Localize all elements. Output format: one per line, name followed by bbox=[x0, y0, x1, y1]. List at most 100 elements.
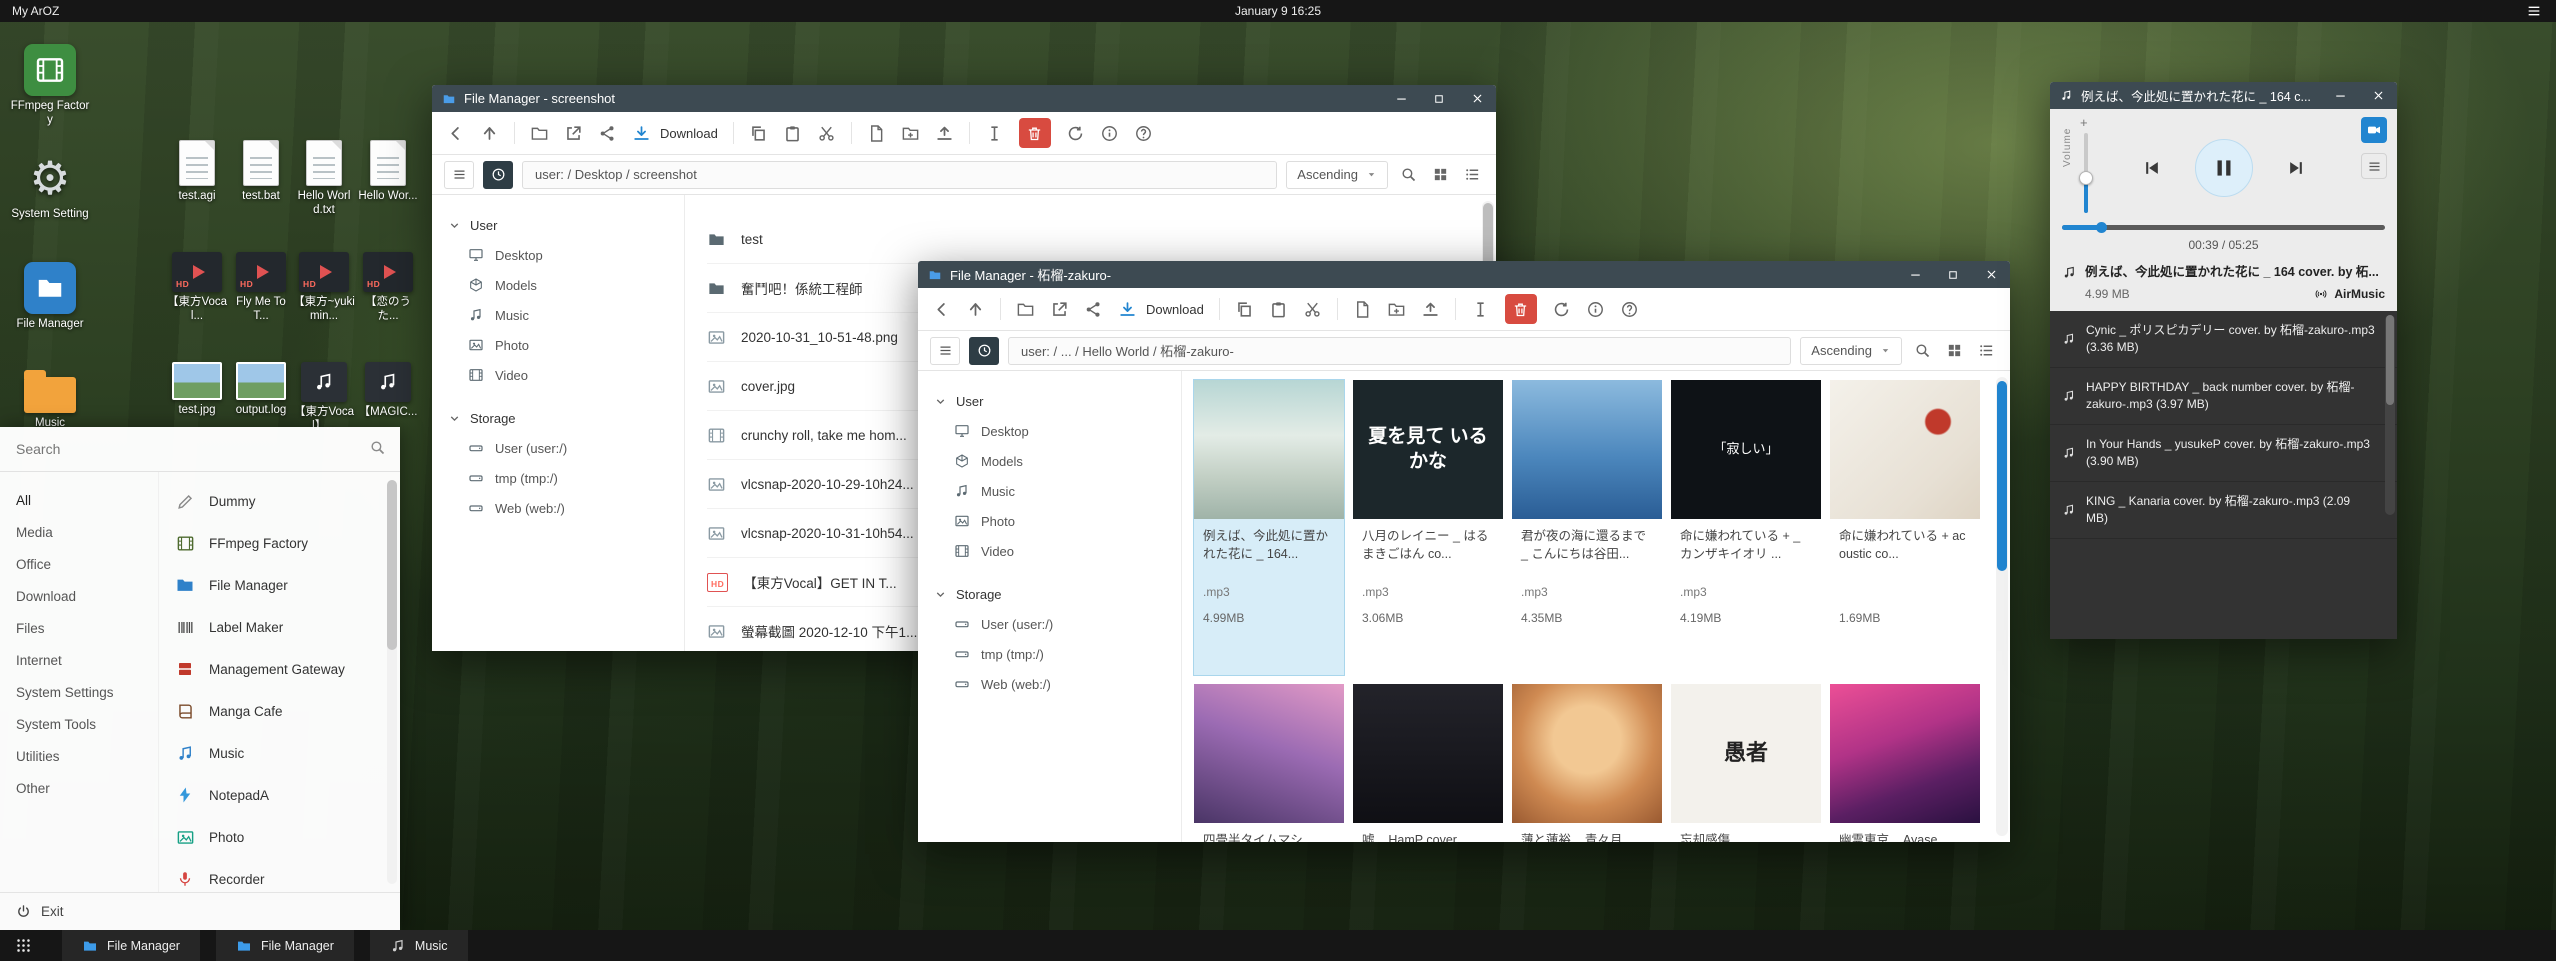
sidebar-section-storage[interactable]: Storage bbox=[432, 404, 684, 433]
category-other[interactable]: Other bbox=[0, 772, 158, 804]
sidebar-item-video[interactable]: Video bbox=[432, 360, 684, 390]
list-view-icon[interactable] bbox=[1464, 166, 1481, 183]
music-tile[interactable]: 四畳半タイムマシ... bbox=[1194, 684, 1344, 842]
rename-icon[interactable] bbox=[1471, 300, 1490, 319]
desktop-icon-music[interactable]: Music bbox=[8, 365, 92, 431]
copy-icon[interactable] bbox=[1235, 300, 1254, 319]
app-item-dummy[interactable]: Dummy bbox=[159, 480, 400, 522]
help-icon[interactable] bbox=[1134, 124, 1153, 143]
close-button[interactable] bbox=[2363, 82, 2393, 109]
close-button[interactable] bbox=[1462, 85, 1492, 112]
paste-icon[interactable] bbox=[1269, 300, 1288, 319]
category-files[interactable]: Files bbox=[0, 612, 158, 644]
desktop-icon-hello-wor[interactable]: Hello Wor... bbox=[357, 140, 419, 204]
desktop-icon-output-log[interactable]: output.log bbox=[230, 362, 292, 418]
scrollbar[interactable] bbox=[1996, 377, 2008, 836]
sidebar-item-music[interactable]: Music bbox=[918, 476, 1181, 506]
open-icon[interactable] bbox=[530, 124, 549, 143]
desktop-icon-touhou-vocal-audio[interactable]: 【東方Vocal】... bbox=[293, 362, 355, 434]
minimize-button[interactable] bbox=[1386, 85, 1416, 112]
playlist-item[interactable]: In Your Hands _ yusukeP cover. by 柘榴-zak… bbox=[2050, 425, 2397, 482]
system-menu-icon[interactable] bbox=[2526, 3, 2542, 19]
category-utilities[interactable]: Utilities bbox=[0, 740, 158, 772]
download-icon[interactable] bbox=[632, 124, 651, 143]
history-button[interactable] bbox=[969, 337, 999, 365]
open-icon[interactable] bbox=[1016, 300, 1035, 319]
exit-button[interactable]: Exit bbox=[0, 892, 400, 930]
playlist-item[interactable]: Cynic _ ポリスピカデリー cover. by 柘榴-zakuro-.mp… bbox=[2050, 311, 2397, 368]
search-input[interactable] bbox=[0, 427, 400, 471]
desktop-icon-ffmpeg-factory[interactable]: FFmpeg Factory bbox=[8, 44, 92, 128]
sidebar-item-desktop[interactable]: Desktop bbox=[918, 416, 1181, 446]
playlist-item[interactable]: KING _ Kanaria cover. by 柘榴-zakuro-.mp3 … bbox=[2050, 482, 2397, 539]
sidebar-section-user[interactable]: User bbox=[918, 387, 1181, 416]
start-menu-scrollbar[interactable] bbox=[387, 480, 397, 884]
title-bar[interactable]: File Manager - 柘榴-zakuro- bbox=[918, 261, 2010, 288]
history-button[interactable] bbox=[483, 161, 513, 189]
minimize-button[interactable] bbox=[1900, 261, 1930, 288]
desktop-icon-test-agi[interactable]: test.agi bbox=[166, 140, 228, 204]
sidebar-item-user-drive[interactable]: User (user:/) bbox=[918, 609, 1181, 639]
sort-dropdown[interactable]: Ascending bbox=[1286, 161, 1388, 189]
sidebar-toggle-button[interactable] bbox=[444, 161, 474, 189]
delete-button[interactable] bbox=[1019, 118, 1051, 148]
category-download[interactable]: Download bbox=[0, 580, 158, 612]
sidebar-item-user-drive[interactable]: User (user:/) bbox=[432, 433, 684, 463]
app-item-management-gateway[interactable]: Management Gateway bbox=[159, 648, 400, 690]
app-item-music[interactable]: Music bbox=[159, 732, 400, 774]
breadcrumb[interactable]: user: / Desktop / screenshot bbox=[522, 161, 1277, 189]
info-icon[interactable] bbox=[1100, 124, 1119, 143]
music-tile[interactable]: 幽霊東京 _ Ayase... bbox=[1830, 684, 1980, 842]
category-internet[interactable]: Internet bbox=[0, 644, 158, 676]
maximize-button[interactable] bbox=[1424, 85, 1454, 112]
desktop-icon-yukimin-video[interactable]: HD 【東方~yukimin... bbox=[293, 252, 355, 324]
app-item-ffmpeg-factory[interactable]: FFmpeg Factory bbox=[159, 522, 400, 564]
music-tile[interactable]: 「寂しい」 命に嫌われている + _ カンザキイオリ ... .mp3 4.19… bbox=[1671, 380, 1821, 675]
maximize-button[interactable] bbox=[1938, 261, 1968, 288]
open-external-icon[interactable] bbox=[1050, 300, 1069, 319]
music-tile[interactable]: 薄と蓮裕 _ 青々月... bbox=[1512, 684, 1662, 842]
new-file-icon[interactable] bbox=[1353, 300, 1372, 319]
sidebar-item-models[interactable]: Models bbox=[918, 446, 1181, 476]
app-item-file-manager[interactable]: File Manager bbox=[159, 564, 400, 606]
task-music[interactable]: Music bbox=[370, 930, 468, 961]
desktop-icon-koinouta-video[interactable]: HD 【恋のうた... bbox=[357, 252, 419, 324]
category-all[interactable]: All bbox=[0, 484, 158, 516]
app-item-manga-cafe[interactable]: Manga Cafe bbox=[159, 690, 400, 732]
search-icon[interactable] bbox=[1914, 342, 1931, 359]
category-office[interactable]: Office bbox=[0, 548, 158, 580]
search-icon[interactable] bbox=[1400, 166, 1417, 183]
new-folder-icon[interactable] bbox=[901, 124, 920, 143]
app-item-recorder[interactable]: Recorder bbox=[159, 858, 400, 892]
delete-button[interactable] bbox=[1505, 294, 1537, 324]
music-tile[interactable]: 例えば、今此処に置かれた花に _ 164... .mp3 4.99MB bbox=[1194, 380, 1344, 675]
desktop-icon-fly-me-video[interactable]: HD Fly Me To T... bbox=[230, 252, 292, 324]
app-item-label-maker[interactable]: Label Maker bbox=[159, 606, 400, 648]
music-tile[interactable]: 君が夜の海に還るまで _ こんにちは谷田... .mp3 4.35MB bbox=[1512, 380, 1662, 675]
file-row[interactable]: test bbox=[707, 215, 1474, 264]
category-system-settings[interactable]: System Settings bbox=[0, 676, 158, 708]
new-file-icon[interactable] bbox=[867, 124, 886, 143]
desktop-icon-touhou-vocal-video[interactable]: HD 【東方Vocal... bbox=[166, 252, 228, 324]
sidebar-toggle-button[interactable] bbox=[930, 337, 960, 365]
pause-button[interactable] bbox=[2195, 139, 2253, 197]
app-item-notepada[interactable]: NotepadA bbox=[159, 774, 400, 816]
up-icon[interactable] bbox=[966, 300, 985, 319]
sidebar-section-user[interactable]: User bbox=[432, 211, 684, 240]
minimize-button[interactable] bbox=[2325, 82, 2355, 109]
desktop-icon-system-setting[interactable]: ⚙ System Setting bbox=[8, 152, 92, 222]
download-icon[interactable] bbox=[1118, 300, 1137, 319]
rename-icon[interactable] bbox=[985, 124, 1004, 143]
share-icon[interactable] bbox=[598, 124, 617, 143]
sidebar-item-photo[interactable]: Photo bbox=[432, 330, 684, 360]
seek-handle[interactable] bbox=[2096, 222, 2107, 233]
playlist-toggle-button[interactable] bbox=[2361, 153, 2387, 179]
sidebar-item-desktop[interactable]: Desktop bbox=[432, 240, 684, 270]
refresh-icon[interactable] bbox=[1066, 124, 1085, 143]
paste-icon[interactable] bbox=[783, 124, 802, 143]
grid-view-icon[interactable] bbox=[1946, 342, 1963, 359]
upload-icon[interactable] bbox=[1421, 300, 1440, 319]
scrollbar[interactable] bbox=[2385, 315, 2395, 515]
sidebar-item-tmp-drive[interactable]: tmp (tmp:/) bbox=[432, 463, 684, 493]
next-track-button[interactable] bbox=[2275, 147, 2317, 189]
